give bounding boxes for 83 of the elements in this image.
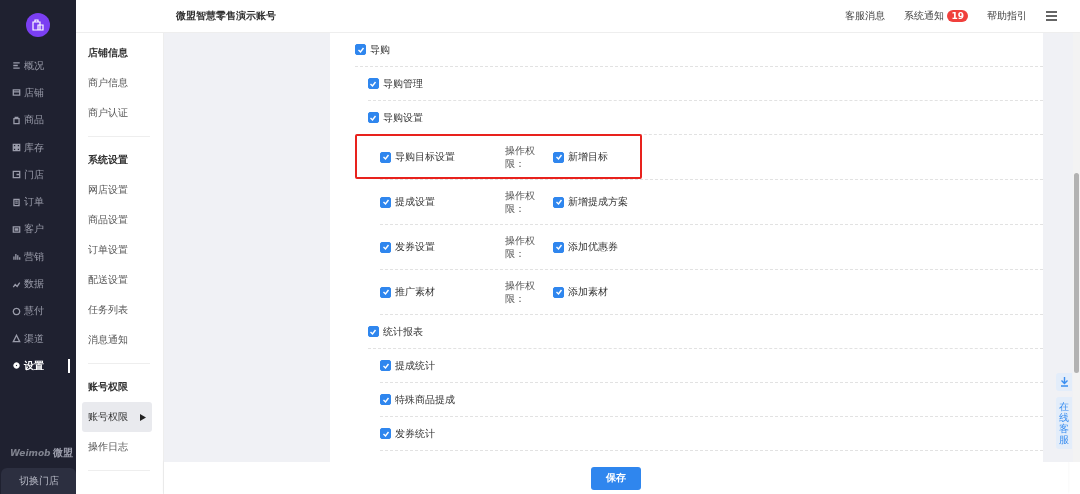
checkbox[interactable]	[380, 286, 391, 298]
operation-label: 添加优惠券	[568, 240, 618, 254]
grid-icon	[12, 143, 21, 153]
store-icon	[12, 88, 21, 98]
brand-logo: Weimob 微盟	[9, 446, 74, 460]
checkbox[interactable]	[355, 44, 366, 55]
submenu-heading: 系统设置	[87, 153, 129, 167]
permission-label: 导购设置	[382, 110, 423, 125]
nav-item[interactable]: 概况	[0, 52, 76, 80]
submenu-heading: 店铺信息	[87, 46, 129, 60]
nav-item[interactable]: 店铺	[0, 79, 76, 107]
submenu-item[interactable]: 商户认证	[82, 98, 152, 128]
checkbox[interactable]	[380, 151, 391, 163]
ops-label: 操作权限：	[505, 279, 536, 305]
operation-label: 添加素材	[568, 285, 608, 299]
permission-label: 推广素材	[395, 285, 435, 299]
checkbox[interactable]	[367, 112, 379, 123]
checkbox[interactable]	[553, 241, 564, 253]
permission-label: 统计报表	[382, 324, 423, 339]
ops-label: 操作权限：	[505, 144, 536, 170]
submenu-item[interactable]: 账号权限	[82, 402, 152, 432]
operation-label: 新增提成方案	[568, 195, 628, 209]
operation-label: 新增目标	[568, 150, 608, 164]
nav-item[interactable]: 门店	[0, 161, 76, 189]
save-button[interactable]: 保存	[591, 466, 641, 490]
submenu-item[interactable]: 商户信息	[82, 68, 152, 98]
card-icon	[12, 224, 21, 234]
submenu-item[interactable]: 任务列表	[82, 295, 152, 325]
permission-label: 导购管理	[382, 76, 423, 91]
permission-label: 发券设置	[395, 240, 435, 254]
nav-item[interactable]: 渠道	[0, 324, 76, 353]
switch-store-button[interactable]: 切换门店	[1, 468, 76, 494]
submenu-item[interactable]: 订单设置	[82, 235, 152, 265]
submenu-item[interactable]: 商品设置	[82, 205, 152, 235]
bag-icon	[12, 115, 21, 125]
ops-label: 操作权限：	[505, 189, 536, 215]
checkbox[interactable]	[367, 326, 379, 337]
permission-label: 导购	[370, 42, 390, 57]
nav-item[interactable]: 慧付	[0, 297, 76, 325]
ops-label: 操作权限：	[505, 234, 536, 260]
nav-item[interactable]: 订单	[0, 188, 76, 216]
nav-item[interactable]: 设置	[0, 352, 76, 380]
submenu-item[interactable]: 操作日志	[82, 432, 152, 462]
checkbox[interactable]	[380, 394, 391, 405]
top-link[interactable]: 客服消息	[845, 9, 886, 23]
checkbox[interactable]	[380, 241, 391, 253]
submenu-item[interactable]: 网店设置	[82, 175, 152, 205]
triangle-icon	[12, 334, 21, 344]
count-badge: 19	[947, 10, 968, 22]
nav-item[interactable]: 营销	[0, 243, 76, 271]
checkbox[interactable]	[367, 78, 379, 89]
account-title: 微盟智慧零售演示账号	[176, 9, 276, 23]
nav-item[interactable]: 客户	[0, 215, 76, 244]
scrollbar-thumb[interactable]	[1074, 173, 1079, 373]
checkbox[interactable]	[553, 286, 564, 298]
permission-label: 提成统计	[395, 358, 435, 373]
download-icon[interactable]	[1056, 373, 1072, 391]
line-chart-icon	[12, 279, 21, 289]
top-link[interactable]: 帮助指引	[987, 9, 1027, 23]
logo-icon	[26, 13, 50, 37]
permission-label: 发券统计	[395, 426, 435, 441]
caret-icon	[140, 413, 146, 421]
permission-label: 特殊商品提成	[395, 392, 455, 407]
permission-label: 导购目标设置	[395, 150, 455, 164]
nav-item[interactable]: 商品	[0, 106, 76, 134]
permission-label: 提成设置	[395, 195, 435, 209]
checkbox[interactable]	[380, 428, 391, 439]
checkbox[interactable]	[380, 360, 391, 371]
nav-item[interactable]: 库存	[0, 133, 76, 162]
submenu-heading: 账号权限	[87, 380, 129, 394]
bar-chart-icon	[12, 252, 21, 262]
menu-icon[interactable]	[1046, 11, 1057, 21]
frame-icon	[12, 170, 21, 180]
checkbox[interactable]	[553, 196, 564, 208]
gear-icon	[12, 361, 21, 371]
document-icon	[12, 197, 21, 207]
submenu-item[interactable]: 配送设置	[82, 265, 152, 295]
checkbox[interactable]	[553, 151, 564, 163]
checkbox[interactable]	[380, 196, 391, 208]
top-link[interactable]: 系统通知 19	[904, 9, 968, 23]
nav-item[interactable]: 数据	[0, 270, 76, 298]
submenu-item[interactable]: 消息通知	[82, 325, 152, 355]
list-icon	[12, 61, 21, 71]
